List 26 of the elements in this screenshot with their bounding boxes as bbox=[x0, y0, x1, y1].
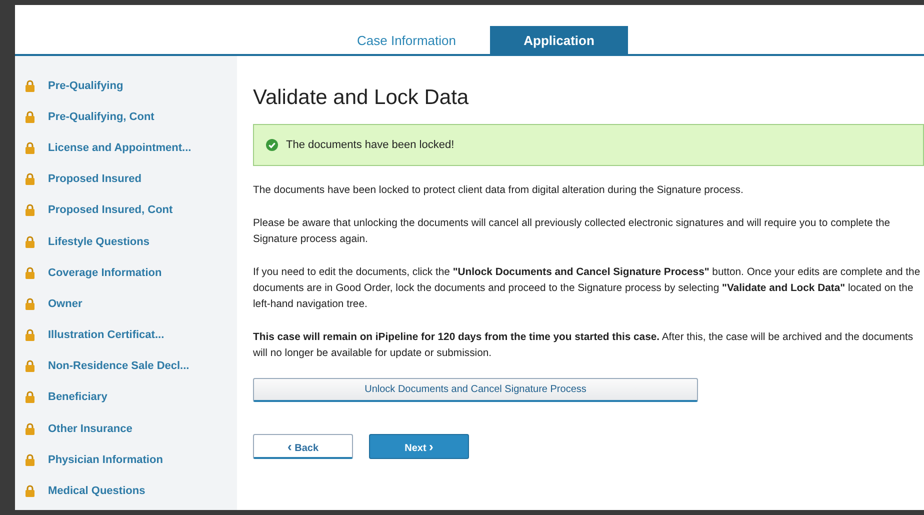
nav-link[interactable]: Illustration Certificat... bbox=[48, 329, 164, 342]
nav-link[interactable]: Coverage Information bbox=[48, 266, 162, 279]
next-button[interactable]: Next › bbox=[369, 434, 469, 459]
nav-link[interactable]: Proposed Insured, Cont bbox=[48, 204, 173, 216]
nav-link[interactable]: Lifestyle Questions bbox=[48, 236, 150, 248]
nav-link[interactable]: Pre-Qualifying, Cont bbox=[48, 110, 154, 123]
nav-link[interactable]: Physician Information bbox=[48, 454, 163, 466]
paragraph: The documents have been locked to protect client data from digital alteration during the Signature process. bbox=[253, 184, 744, 198]
tab[interactable]: Case Information bbox=[337, 26, 476, 54]
nav-link[interactable]: Owner bbox=[48, 298, 82, 310]
tab[interactable]: Application bbox=[490, 26, 628, 54]
paragraph: This case will remain on iPipeline for 120 days from the time you started this case. After this, the case will be archived and the documents will no longer be available for update or submission. bbox=[253, 331, 914, 361]
alert-message: The documents have been locked! bbox=[286, 139, 454, 151]
nav-link[interactable]: Other Insurance bbox=[48, 422, 132, 435]
nav-link[interactable]: License and Appointment... bbox=[48, 142, 192, 154]
page-title: Validate and Lock Data bbox=[253, 86, 470, 110]
back-button[interactable]: ‹ Back bbox=[253, 434, 353, 459]
paragraph: Please be aware that unlocking the documents will cancel all previously collected electronic signatures and will require you to complete the Signature process again. bbox=[253, 217, 892, 247]
nav-link[interactable]: Medical Questions bbox=[48, 485, 146, 498]
check-icon bbox=[266, 139, 278, 151]
nav-link[interactable]: Beneficiary bbox=[48, 391, 108, 404]
nav-link[interactable]: Non-Residence Sale Decl... bbox=[48, 360, 190, 372]
unlock-button[interactable]: Unlock Documents and Cancel Signature Process bbox=[253, 378, 698, 402]
paragraph: If you need to edit the documents, click the "Unlock Documents and Cancel Signature Process" button. Once your edits are complete and the documents are in Good Order, lock the documents and proceed to the Signature process by selecting "Validate and Lock Data" located on the left-hand navigation tree. bbox=[253, 266, 922, 312]
nav-link[interactable]: Proposed Insured bbox=[48, 173, 142, 186]
nav-link[interactable]: Pre-Qualifying bbox=[48, 80, 124, 92]
